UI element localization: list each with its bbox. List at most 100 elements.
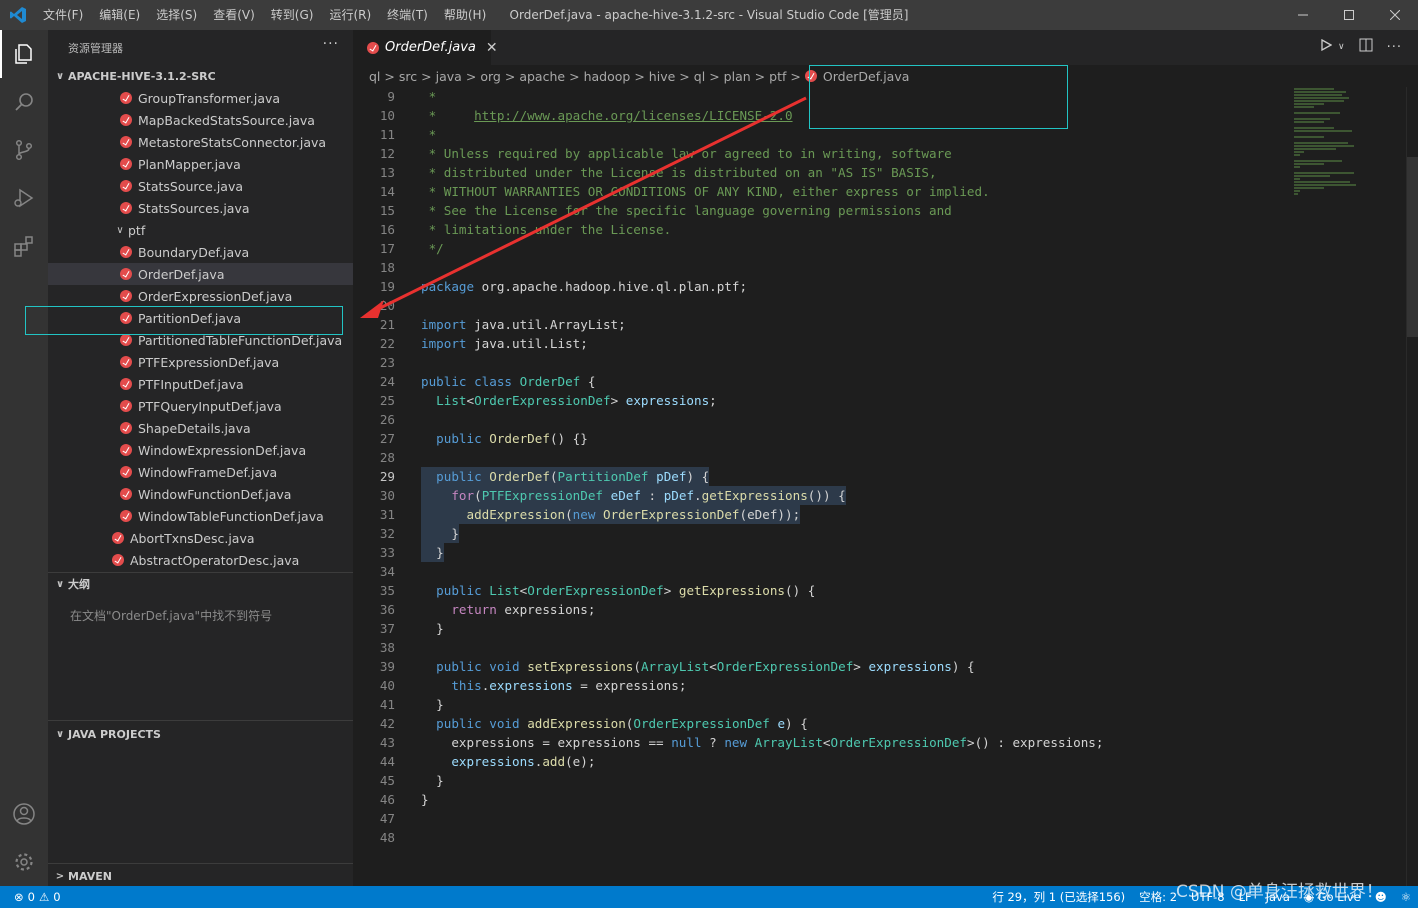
breadcrumb-item[interactable]: ql [694, 69, 705, 84]
code-line[interactable]: 39 public void setExpressions(ArrayList<… [353, 657, 1288, 676]
file-item[interactable]: PTFExpressionDef.java [48, 351, 353, 373]
code-line[interactable]: 41 } [353, 695, 1288, 714]
workspace-folder-header[interactable]: ∨ APACHE-HIVE-3.1.2-SRC [48, 65, 353, 87]
file-item[interactable]: OrderExpressionDef.java [48, 285, 353, 307]
menu-go[interactable]: 转到(G) [263, 0, 322, 30]
code-line[interactable]: 20 [353, 296, 1288, 315]
file-item[interactable]: MapBackedStatsSource.java [48, 109, 353, 131]
notifications-bell-icon[interactable]: ⚛ [1394, 890, 1418, 904]
code-line[interactable]: 13 * distributed under the License is di… [353, 163, 1288, 182]
warning-icon[interactable]: ⚠ [39, 890, 49, 904]
code-line[interactable]: 33 } [353, 543, 1288, 562]
folder-ptf[interactable]: ∨ ptf [48, 219, 353, 241]
error-icon[interactable]: ⊗ [14, 890, 24, 904]
file-item[interactable]: MetastoreStatsConnector.java [48, 131, 353, 153]
code-line[interactable]: 21 import java.util.ArrayList; [353, 315, 1288, 334]
settings-gear-icon[interactable] [0, 838, 48, 886]
code-line[interactable]: 24 public class OrderDef { [353, 372, 1288, 391]
menu-selection[interactable]: 选择(S) [148, 0, 205, 30]
editor-scrollbar[interactable] [1406, 87, 1418, 886]
run-debug-icon[interactable] [0, 174, 48, 222]
menu-edit[interactable]: 编辑(E) [91, 0, 148, 30]
code-line[interactable]: 46} [353, 790, 1288, 809]
extensions-icon[interactable] [0, 222, 48, 270]
breadcrumb-item[interactable]: hive [649, 69, 675, 84]
code-line[interactable]: 25 List<OrderExpressionDef> expressions; [353, 391, 1288, 410]
code-line[interactable]: 14 * WITHOUT WARRANTIES OR CONDITIONS OF… [353, 182, 1288, 201]
minimap[interactable] [1288, 87, 1406, 886]
code-line[interactable]: 34 [353, 562, 1288, 581]
breadcrumb-item[interactable]: ql [369, 69, 380, 84]
code-line[interactable]: 47 [353, 809, 1288, 828]
code-line[interactable]: 38 [353, 638, 1288, 657]
code-line[interactable]: 28 [353, 448, 1288, 467]
menu-run[interactable]: 运行(R) [321, 0, 379, 30]
accounts-icon[interactable] [0, 790, 48, 838]
file-item[interactable]: WindowFrameDef.java [48, 461, 353, 483]
menu-terminal[interactable]: 终端(T) [379, 0, 436, 30]
code-line[interactable]: 45 } [353, 771, 1288, 790]
file-item[interactable]: AbortTxnsDesc.java [48, 527, 353, 549]
file-item[interactable]: WindowTableFunctionDef.java [48, 505, 353, 527]
menu-view[interactable]: 查看(V) [205, 0, 263, 30]
file-item[interactable]: PTFQueryInputDef.java [48, 395, 353, 417]
cursor-position[interactable]: 行 29，列 1 (已选择156) [985, 889, 1132, 905]
scrollbar-thumb[interactable] [1407, 157, 1418, 337]
code-line[interactable]: 32 } [353, 524, 1288, 543]
code-line[interactable]: 44 expressions.add(e); [353, 752, 1288, 771]
code-editor[interactable]: 9 * 10 * http://www.apache.org/licenses/L… [353, 87, 1288, 886]
file-item[interactable]: StatsSource.java [48, 175, 353, 197]
breadcrumb-item[interactable]: src [399, 69, 417, 84]
split-editor-icon[interactable] [1359, 38, 1373, 56]
menu-help[interactable]: 帮助(H) [436, 0, 494, 30]
file-item[interactable]: OrderDef.java [48, 263, 353, 285]
code-line[interactable]: 48 [353, 828, 1288, 847]
code-line[interactable]: 26 [353, 410, 1288, 429]
code-line[interactable]: 43 expressions = expressions == null ? n… [353, 733, 1288, 752]
warning-count[interactable]: 0 [53, 890, 60, 904]
close-icon[interactable]: ✕ [486, 40, 498, 56]
file-item[interactable]: BoundaryDef.java [48, 241, 353, 263]
menu-file[interactable]: 文件(F) [35, 0, 91, 30]
chevron-down-icon[interactable]: ∨ [1338, 42, 1345, 52]
code-line[interactable]: 18 [353, 258, 1288, 277]
breadcrumb-item[interactable]: hadoop [584, 69, 631, 84]
code-line[interactable]: 19 package org.apache.hadoop.hive.ql.plan… [353, 277, 1288, 296]
code-line[interactable]: 17 */ [353, 239, 1288, 258]
code-line[interactable]: 23 [353, 353, 1288, 372]
code-line[interactable]: 27 public OrderDef() {} [353, 429, 1288, 448]
close-window-button[interactable] [1372, 0, 1418, 30]
code-line[interactable]: 12 * Unless required by applicable law o… [353, 144, 1288, 163]
outline-header[interactable]: ∨ 大纲 [48, 573, 353, 595]
explorer-icon[interactable] [0, 30, 48, 78]
breadcrumb-item[interactable]: plan [724, 69, 751, 84]
minimize-button[interactable] [1280, 0, 1326, 30]
breadcrumb-item[interactable]: ptf [769, 69, 786, 84]
code-line[interactable]: 22 import java.util.List; [353, 334, 1288, 353]
file-item[interactable]: AbstractOperatorDesc.java [48, 549, 353, 571]
file-item[interactable]: PlanMapper.java [48, 153, 353, 175]
code-line[interactable]: 15 * See the License for the specific la… [353, 201, 1288, 220]
more-actions-icon[interactable]: ··· [1387, 40, 1402, 55]
code-line[interactable]: 30 for(PTFExpressionDef eDef : pDef.getE… [353, 486, 1288, 505]
code-line[interactable]: 16 * limitations under the License. [353, 220, 1288, 239]
breadcrumb-item[interactable]: java [436, 69, 462, 84]
code-line[interactable]: 35 public List<OrderExpressionDef> getEx… [353, 581, 1288, 600]
file-item[interactable]: StatsSources.java [48, 197, 353, 219]
maven-header[interactable]: > MAVEN [48, 865, 112, 887]
breadcrumb-item[interactable]: apache [519, 69, 565, 84]
tab-orderdef[interactable]: OrderDef.java ✕ [353, 30, 498, 65]
file-item[interactable]: PTFInputDef.java [48, 373, 353, 395]
file-item[interactable]: WindowExpressionDef.java [48, 439, 353, 461]
run-icon[interactable] [1320, 38, 1333, 55]
breadcrumb-item[interactable]: org [480, 69, 501, 84]
java-projects-header[interactable]: ∨ JAVA PROJECTS [48, 723, 161, 745]
code-line[interactable]: 37 } [353, 619, 1288, 638]
file-item[interactable]: WindowFunctionDef.java [48, 483, 353, 505]
file-item[interactable]: ShapeDetails.java [48, 417, 353, 439]
code-line[interactable]: 29 public OrderDef(PartitionDef pDef) { [353, 467, 1288, 486]
more-actions-icon[interactable]: ··· [323, 36, 339, 52]
error-count[interactable]: 0 [28, 890, 35, 904]
maximize-button[interactable] [1326, 0, 1372, 30]
search-icon[interactable] [0, 78, 48, 126]
